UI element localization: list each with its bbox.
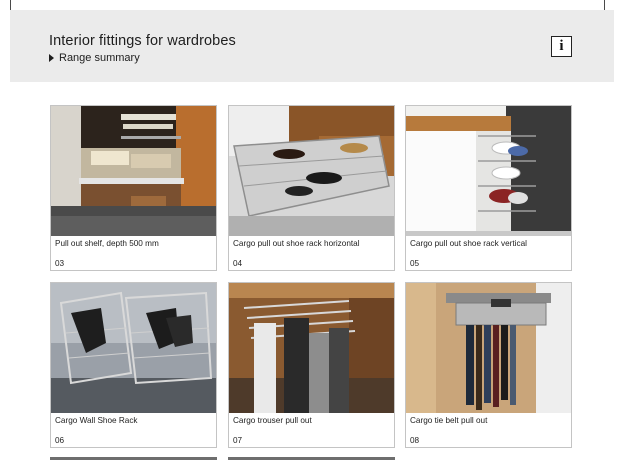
pull-out-shelf-photo — [51, 106, 216, 236]
page-title: Interior fittings for wardrobes — [49, 33, 236, 49]
product-number: 07 — [233, 436, 243, 445]
product-name: Cargo Wall Shoe Rack — [55, 416, 138, 425]
wall-shoe-rack-photo — [51, 283, 216, 413]
tie-belt-pull-out-photo — [406, 283, 571, 413]
product-number: 04 — [233, 259, 243, 268]
product-name: Cargo pull out shoe rack vertical — [410, 239, 527, 248]
product-card-shoe-rack-horizontal[interactable]: Cargo pull out shoe rack horizontal 04 — [228, 105, 395, 271]
product-number: 03 — [55, 259, 65, 268]
crop-mark-left — [10, 0, 11, 10]
info-button[interactable]: i — [551, 36, 572, 57]
product-card-wall-shoe-rack[interactable]: Cargo Wall Shoe Rack 06 — [50, 282, 217, 448]
product-number: 08 — [410, 436, 420, 445]
triangle-right-icon — [49, 54, 54, 62]
range-summary-label: Range summary — [59, 52, 140, 64]
product-name: Pull out shelf, depth 500 mm — [55, 239, 159, 248]
crop-mark-right — [604, 0, 605, 10]
product-card-trouser-pull-out[interactable]: Cargo trouser pull out 07 — [228, 282, 395, 448]
shoe-rack-horizontal-photo — [229, 106, 394, 236]
product-card-shoe-rack-vertical[interactable]: Cargo pull out shoe rack vertical 05 — [405, 105, 572, 271]
product-card-tie-belt-pull-out[interactable]: Cargo tie belt pull out 08 — [405, 282, 572, 448]
product-name: Cargo trouser pull out — [233, 416, 312, 425]
range-summary-link[interactable]: Range summary — [49, 52, 140, 64]
product-name: Cargo pull out shoe rack horizontal — [233, 239, 360, 248]
product-number: 05 — [410, 259, 420, 268]
header-band: Interior fittings for wardrobes Range su… — [10, 10, 614, 82]
trouser-pull-out-photo — [229, 283, 394, 413]
product-card-pull-out-shelf[interactable]: Pull out shelf, depth 500 mm 03 — [50, 105, 217, 271]
shoe-rack-vertical-photo — [406, 106, 571, 236]
product-number: 06 — [55, 436, 65, 445]
product-name: Cargo tie belt pull out — [410, 416, 488, 425]
